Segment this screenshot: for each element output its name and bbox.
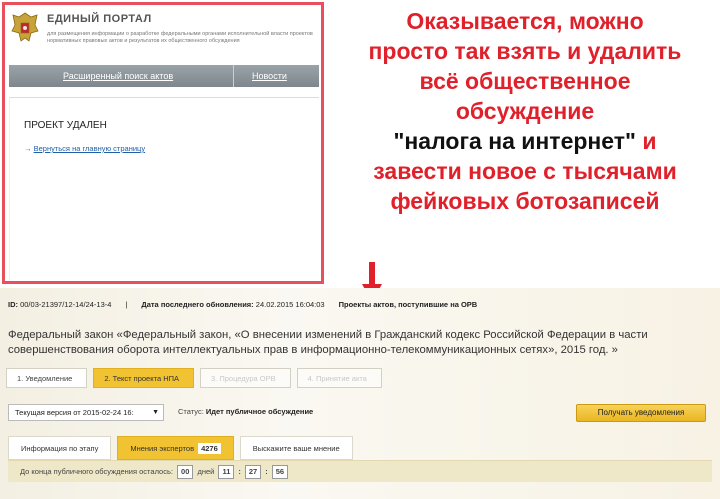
back-to-home-link[interactable]: → Вернуться на главную страницу — [24, 144, 145, 153]
caption-line: обсуждение — [455, 98, 595, 124]
last-updated: Дата последнего обновления: 24.02.2015 1… — [141, 300, 325, 309]
coat-of-arms-icon — [11, 12, 39, 42]
status-text: Статус: Идет публичное обсуждение — [178, 407, 314, 416]
portal-navbar: Расширенный поиск актов Новости — [9, 65, 319, 87]
project-meta: ID: 00/03-21397/12-14/24-13-4 | Дата пос… — [8, 300, 491, 309]
step-notification[interactable]: 1. Уведомление — [6, 368, 88, 388]
project-deleted-heading: ПРОЕКТ УДАЛЕН — [24, 120, 107, 131]
tab-expert-opinions[interactable]: Мнения экспертов 4276 — [117, 436, 234, 460]
portal-subtitle: для размещения информации о разработке ф… — [47, 31, 313, 44]
caption-and: и — [635, 128, 657, 154]
tab-stage-info[interactable]: Информация по этапу — [8, 436, 112, 460]
project-category: Проекты актов, поступившие на ОРВ — [338, 300, 478, 309]
stage-stepper: 1. Уведомление 2. Текст проекта НПА 3. П… — [6, 368, 388, 388]
caption-line: завести новое с тысячами — [373, 158, 677, 184]
version-select-value: Текущая версия от 2015-02-24 16: — [15, 408, 134, 417]
deleted-project-screenshot: ЕДИНЫЙ ПОРТАЛ для размещения информации … — [2, 2, 324, 284]
tab-bar: Информация по этапу Мнения экспертов 4276… — [8, 436, 359, 460]
tab-label: Мнения экспертов — [130, 444, 195, 453]
news-link[interactable]: Новости — [234, 71, 287, 81]
countdown-colon: : — [238, 467, 241, 476]
countdown-label: До конца публичного обсуждения осталось: — [20, 467, 173, 476]
law-title: Федеральный закон «Федеральный закон, «О… — [8, 329, 648, 356]
caption-line: просто так взять и удалить — [368, 38, 682, 64]
step-act-adoption: 4. Принятие акта — [296, 368, 382, 388]
caption-line: фейковых ботозаписей — [390, 188, 660, 214]
step-npa-text[interactable]: 2. Текст проекта НПА — [93, 368, 195, 388]
countdown-minutes: 27 — [244, 465, 262, 479]
caption-line: Оказывается, можно — [406, 8, 644, 34]
version-toolbar: Текущая версия от 2015-02-24 16: ▼ Стату… — [8, 404, 708, 424]
portal-content: ПРОЕКТ УДАЛЕН → Вернуться на главную стр… — [9, 97, 319, 281]
back-to-home-label: Вернуться на главную страницу — [33, 144, 146, 153]
subscribe-notifications-button[interactable]: Получать уведомления — [576, 404, 706, 422]
countdown-days: 00 — [177, 465, 194, 479]
project-id: ID: 00/03-21397/12-14/24-13-4 — [8, 300, 112, 309]
meta-separator: | — [125, 300, 128, 309]
portal-header: ЕДИНЫЙ ПОРТАЛ для размещения информации … — [5, 5, 321, 63]
tab-leave-opinion[interactable]: Выскажите ваше мнение — [239, 436, 353, 460]
version-select[interactable]: Текущая версия от 2015-02-24 16: ▼ — [8, 404, 164, 421]
step-orv-procedure: 3. Процедура ОРВ — [200, 368, 291, 388]
countdown-seconds: 56 — [271, 465, 289, 479]
arrow-right-icon: → — [24, 144, 32, 153]
countdown-hours: 11 — [218, 465, 235, 479]
caption-quote: "налога на интернет" — [393, 128, 636, 154]
countdown-days-label: дней — [197, 467, 215, 476]
caption-text: Оказывается, можно просто так взять и уд… — [330, 6, 720, 216]
caption-line: "налога на интернет" и — [330, 126, 720, 156]
opinions-count-badge: 4276 — [198, 443, 221, 454]
discussion-countdown: До конца публичного обсуждения осталось:… — [8, 460, 712, 482]
chevron-down-icon: ▼ — [152, 409, 159, 416]
countdown-colon: : — [265, 467, 268, 476]
caption-line: всё общественное — [419, 68, 631, 94]
portal-title: ЕДИНЫЙ ПОРТАЛ — [47, 13, 152, 25]
advanced-search-link[interactable]: Расширенный поиск актов — [9, 71, 233, 81]
project-page-screenshot: ID: 00/03-21397/12-14/24-13-4 | Дата пос… — [0, 288, 720, 499]
